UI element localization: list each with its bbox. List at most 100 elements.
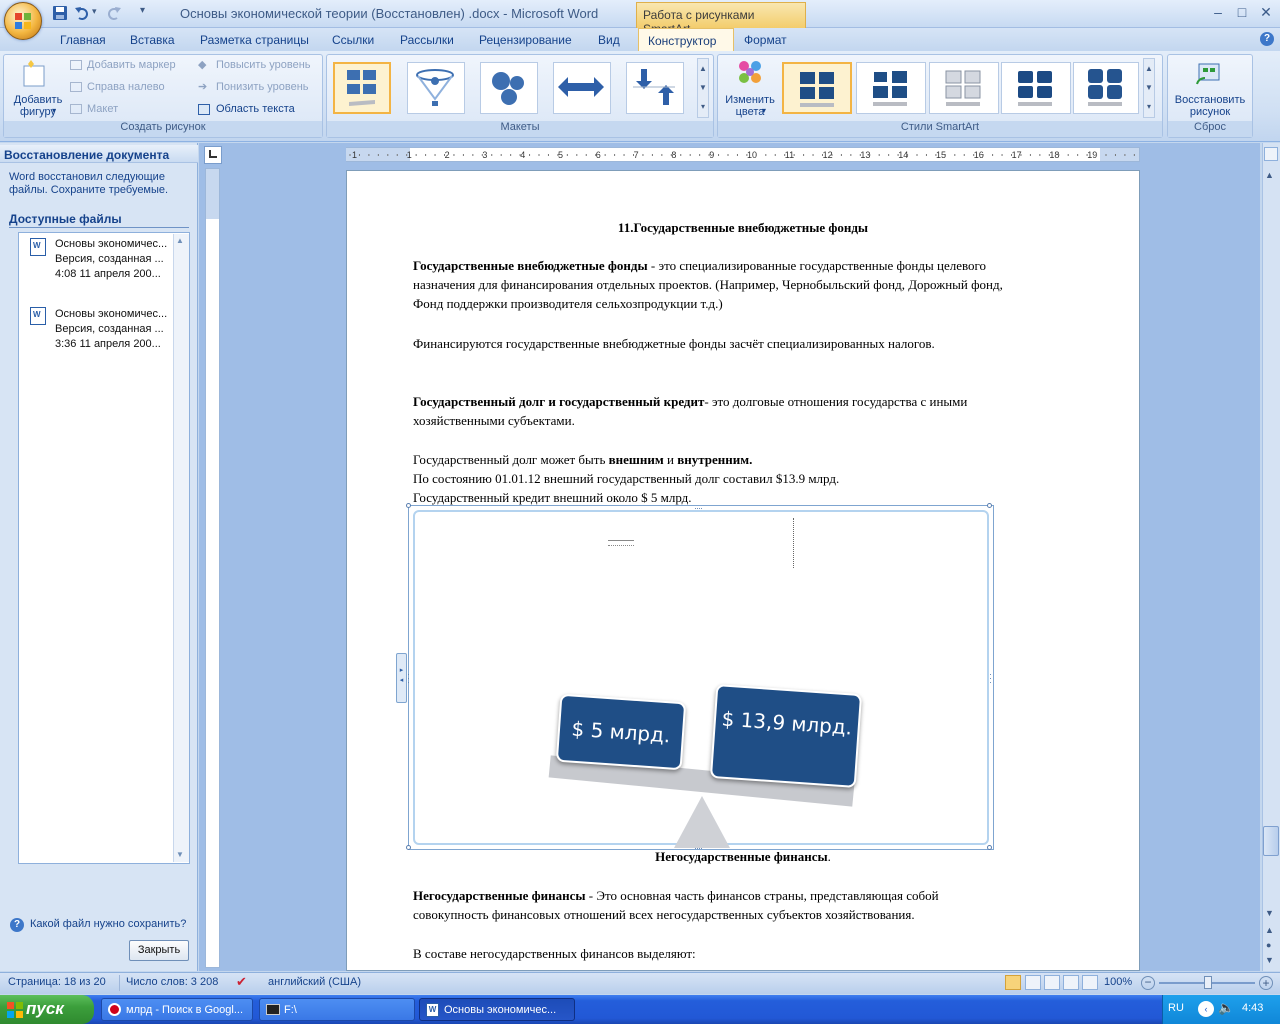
page-count[interactable]: Страница: 18 из 20: [8, 976, 106, 988]
text-pane-button[interactable]: Область текста: [216, 103, 295, 115]
change-colors-button[interactable]: Изменить цвета: [722, 94, 778, 118]
volume-icon[interactable]: 🔈: [1218, 1000, 1234, 1016]
word-count[interactable]: Число слов: 3 208: [126, 976, 218, 988]
add-shape-icon[interactable]: [22, 60, 48, 88]
start-button[interactable]: пуск: [0, 995, 94, 1024]
resize-handle-left[interactable]: · · ·: [407, 670, 410, 687]
balance-fulcrum[interactable]: [674, 796, 730, 848]
undo-icon[interactable]: [74, 5, 90, 21]
style-thumb-1[interactable]: [782, 62, 852, 114]
layouts-gallery-scroll[interactable]: ▲ ▼ ▾: [697, 58, 709, 118]
tab-insert[interactable]: Вставка: [130, 33, 175, 47]
browse-object-icon[interactable]: ●: [1266, 940, 1271, 950]
layout-thumb-arrows[interactable]: [553, 62, 611, 114]
style-thumb-2[interactable]: [856, 62, 926, 114]
resize-handle-right[interactable]: · · ·: [989, 670, 992, 687]
tab-home[interactable]: Главная: [60, 33, 106, 47]
draft-view-icon[interactable]: [1082, 975, 1098, 990]
resize-handle[interactable]: [406, 503, 411, 508]
language-indicator[interactable]: английский (США): [268, 976, 361, 988]
style-thumb-3[interactable]: [929, 62, 999, 114]
tab-design[interactable]: Конструктор: [638, 28, 734, 52]
close-button[interactable]: ✕: [1255, 4, 1277, 22]
outline-view-icon[interactable]: [1063, 975, 1079, 990]
add-shape-button[interactable]: Добавить фигуру: [10, 94, 66, 118]
demote-button[interactable]: Понизить уровень: [216, 81, 309, 93]
recovery-close-button[interactable]: Закрыть: [129, 940, 189, 961]
minimize-button[interactable]: –: [1207, 4, 1229, 22]
recovered-file-2[interactable]: Основы экономичес... Версия, созданная .…: [55, 307, 200, 352]
taskbar-item-word[interactable]: W Основы экономичес...: [419, 998, 575, 1021]
office-button[interactable]: [4, 2, 42, 40]
tiny-placeholder-shape[interactable]: [608, 540, 634, 546]
opera-icon: [108, 1003, 121, 1016]
change-colors-dropdown-icon[interactable]: ▾: [762, 106, 766, 115]
add-shape-dropdown-icon[interactable]: ▾: [52, 106, 56, 115]
maximize-button[interactable]: □: [1231, 4, 1253, 22]
tab-review[interactable]: Рецензирование: [479, 33, 572, 47]
reset-graphic-button[interactable]: Восстановить рисунок: [1170, 94, 1250, 118]
tab-view[interactable]: Вид: [598, 33, 620, 47]
tab-selector[interactable]: [204, 146, 222, 164]
zoom-slider-thumb[interactable]: [1204, 976, 1212, 989]
recovery-pane-title: Восстановление документа: [4, 148, 170, 162]
change-colors-icon[interactable]: [734, 58, 766, 90]
zoom-in-button[interactable]: +: [1259, 976, 1273, 990]
layout-icon: [70, 104, 82, 114]
taskbar-item-explorer[interactable]: F:\: [259, 998, 415, 1021]
scroll-down-icon[interactable]: ▼: [176, 850, 184, 859]
recovered-file-1[interactable]: Основы экономичес... Версия, созданная .…: [55, 237, 200, 282]
zoom-out-button[interactable]: −: [1141, 976, 1155, 990]
redo-icon[interactable]: [106, 5, 122, 21]
layout-thumb-1[interactable]: [333, 62, 391, 114]
styles-gallery-scroll[interactable]: ▲ ▼ ▾: [1143, 58, 1155, 118]
smartart-canvas[interactable]: [413, 510, 989, 845]
style-thumb-4[interactable]: [1001, 62, 1071, 114]
tab-format[interactable]: Формат: [744, 33, 787, 47]
zoom-level[interactable]: 100%: [1104, 976, 1132, 988]
text-pane-toggle-icon[interactable]: ▸ ◂: [396, 653, 407, 703]
taskbar-item-browser[interactable]: млрд - Поиск в Googl...: [101, 998, 253, 1021]
view-ruler-icon[interactable]: [1264, 147, 1278, 161]
weight-right[interactable]: $ 13,9 млрд.: [709, 684, 863, 788]
print-layout-icon[interactable]: [1005, 975, 1021, 990]
scroll-up-arrow-icon[interactable]: ▲: [1265, 170, 1274, 180]
reset-graphic-icon[interactable]: [1193, 58, 1225, 90]
weight-left[interactable]: $ 5 млрд.: [555, 693, 687, 771]
resize-handle-top[interactable]: ····: [694, 503, 703, 513]
ruler-number: 18: [1049, 150, 1059, 160]
style-thumb-5[interactable]: [1073, 62, 1139, 114]
tab-page-layout[interactable]: Разметка страницы: [200, 33, 309, 47]
which-file-help-link[interactable]: Какой файл нужно сохранить?: [30, 918, 186, 930]
ruler-number: 13: [860, 150, 870, 160]
save-icon[interactable]: [52, 5, 68, 21]
language-tray[interactable]: RU: [1168, 1002, 1184, 1014]
promote-button[interactable]: Повысить уровень: [216, 59, 311, 71]
undo-dropdown-icon[interactable]: ▾: [92, 6, 97, 17]
full-screen-reading-icon[interactable]: [1025, 975, 1041, 990]
p1-line2: назначения для финансирования отдельных …: [413, 277, 1003, 292]
layout-thumb-funnel[interactable]: [407, 62, 465, 114]
layout-thumb-up-down[interactable]: [626, 62, 684, 114]
web-layout-icon[interactable]: [1044, 975, 1060, 990]
tab-mailings[interactable]: Рассылки: [400, 33, 454, 47]
vertical-ruler[interactable]: [205, 168, 220, 968]
tab-references[interactable]: Ссылки: [332, 33, 374, 47]
add-bullet-button[interactable]: Добавить маркер: [87, 59, 176, 71]
spelling-check-icon[interactable]: ✔: [236, 974, 247, 990]
resize-handle[interactable]: [987, 503, 992, 508]
right-to-left-icon: [70, 82, 82, 92]
layout-button[interactable]: Макет: [87, 103, 118, 115]
tray-back-icon[interactable]: ‹: [1198, 1001, 1214, 1017]
previous-page-icon[interactable]: ▲: [1265, 925, 1274, 935]
tiny-placeholder-shape[interactable]: [793, 518, 797, 568]
available-files-heading: Доступные файлы: [9, 212, 122, 226]
right-to-left-button[interactable]: Справа налево: [87, 81, 165, 93]
next-page-icon[interactable]: ▼: [1265, 955, 1274, 965]
layout-thumb-gears[interactable]: [480, 62, 538, 114]
scroll-thumb[interactable]: [1263, 826, 1279, 856]
help-icon[interactable]: ?: [1260, 32, 1274, 46]
qat-customize-icon[interactable]: ▾: [140, 5, 145, 16]
scroll-down-arrow-icon[interactable]: ▼: [1265, 908, 1274, 918]
ruler-ticks: 1 1 2 3 4 5 6 7 8 9 10 11 12 13 14 15 16 17 18 19: [349, 150, 1135, 160]
